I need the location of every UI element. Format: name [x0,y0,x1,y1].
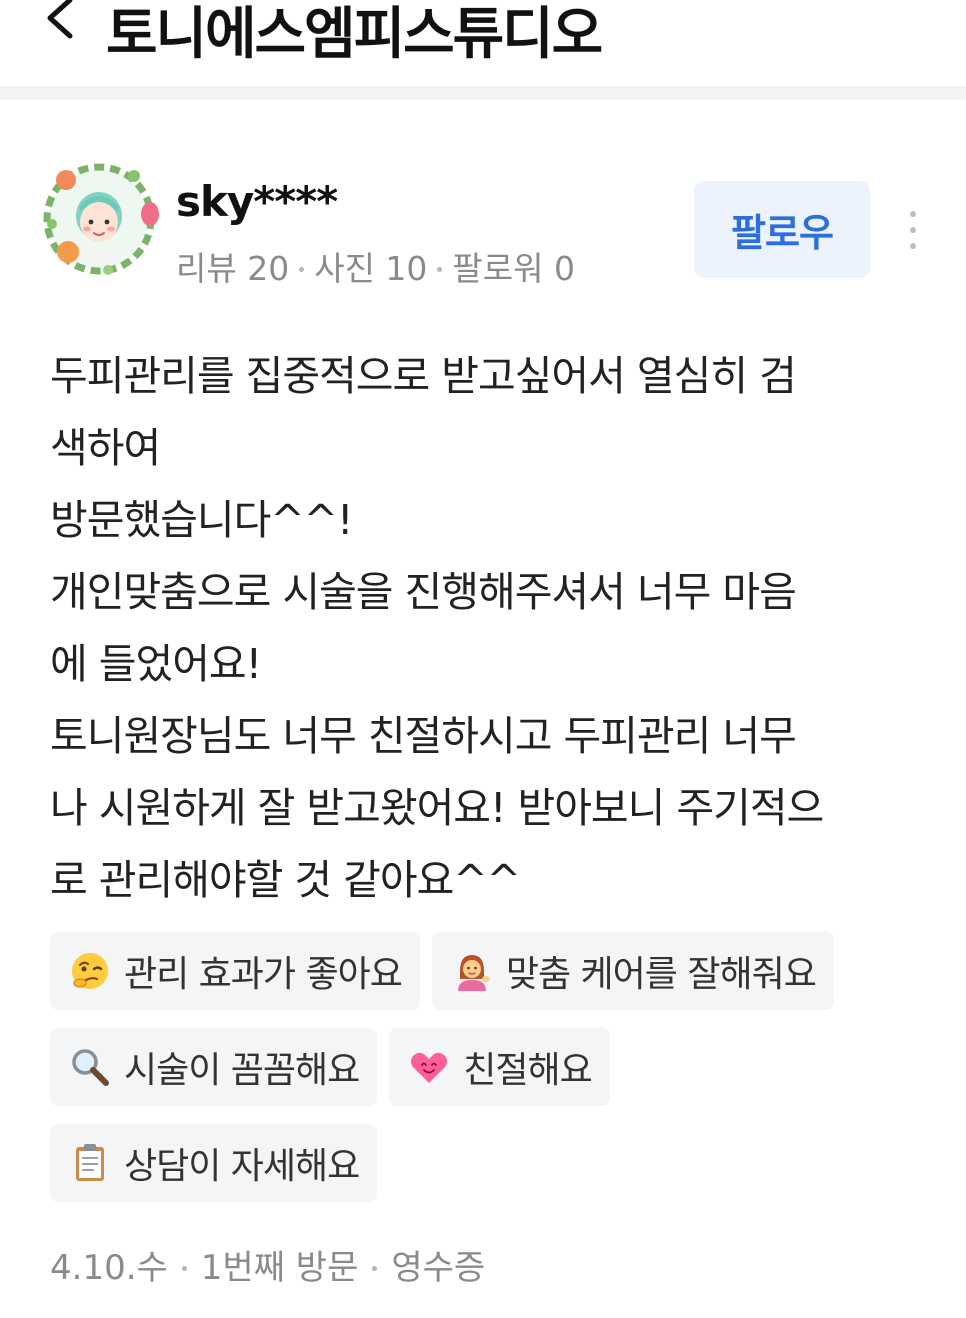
thinking-face-icon [72,953,108,989]
more-vertical-icon [910,211,916,249]
more-options-button[interactable] [896,206,930,256]
username[interactable]: sky**** [176,176,338,228]
review-line: 두피관리를 집중적으로 받고싶어서 열심히 검 [50,352,797,400]
separator-dot [299,266,305,272]
visit-meta: 4.10.수 1번째 방문 영수증 [50,1242,485,1294]
keyword-tags: 관리 효과가 좋아요 맞춤 케어를 잘해줘요 시술이 꼼꼼해요 친절해요 상담이… [50,932,930,1220]
top-bar: 토니에스엠피스튜디오 [0,0,966,86]
follower-count: 팔로워 0 [452,249,575,288]
separator-dot [437,266,443,272]
review-line: 로 관리해야할 것 같아요^^ [50,856,521,904]
user-stats: 리뷰 20 사진 10 팔로워 0 [176,244,575,294]
woman-tipping-hand-icon [457,955,490,991]
heart-face-icon [411,1052,448,1083]
section-divider [0,86,966,100]
keyword-tag: 맞춤 케어를 잘해줘요 [431,932,834,1010]
keyword-tag-label: 관리 효과가 좋아요 [124,954,403,995]
review-count: 리뷰 20 [176,249,290,288]
keyword-tag-label: 맞춤 케어를 잘해줘요 [505,954,817,995]
keyword-tag-label: 친절해요 [463,1050,592,1091]
visit-date: 4.10.수 [50,1248,168,1288]
photo-count: 사진 10 [314,249,428,288]
visit-count: 1번째 방문 [200,1248,359,1288]
review-line: 방문했습니다^^! [50,496,353,544]
keyword-tag: 친절해요 [389,1028,610,1106]
chevron-left-icon [47,0,73,39]
page-title: 토니에스엠피스튜디오 [106,2,603,67]
review-line: 토니원장님도 너무 친절하시고 두피관리 너무 [50,712,797,760]
receipt-label[interactable]: 영수증 [391,1242,485,1294]
keyword-tag-label: 상담이 자세해요 [124,1146,360,1187]
clipboard-icon [76,1144,104,1181]
keyword-tag: 시술이 꼼꼼해요 [50,1028,378,1106]
separator-dot [181,1265,187,1271]
review-line: 에 들었어요! [50,640,262,688]
review-line: 나 시원하게 잘 받고왔어요! 받아보니 주기적으 [50,784,824,832]
avatar-flower-wreath-icon [43,163,159,275]
magnifying-glass-icon [72,1049,109,1086]
back-button[interactable] [40,0,84,44]
review-line: 색하여 [50,424,161,472]
keyword-tag-label: 시술이 꼼꼼해요 [124,1050,360,1091]
avatar[interactable] [38,158,160,280]
keyword-tag: 관리 효과가 좋아요 [50,932,420,1010]
review-body: 두피관리를 집중적으로 받고싶어서 열심히 검 색하여 방문했습니다^^! 개인… [50,340,920,916]
keyword-tag: 상담이 자세해요 [50,1124,378,1202]
review-line: 개인맞춤으로 시술을 진행해주셔서 너무 마음 [50,568,797,616]
separator-dot [372,1265,378,1271]
follow-button[interactable]: 팔로우 [694,181,870,278]
